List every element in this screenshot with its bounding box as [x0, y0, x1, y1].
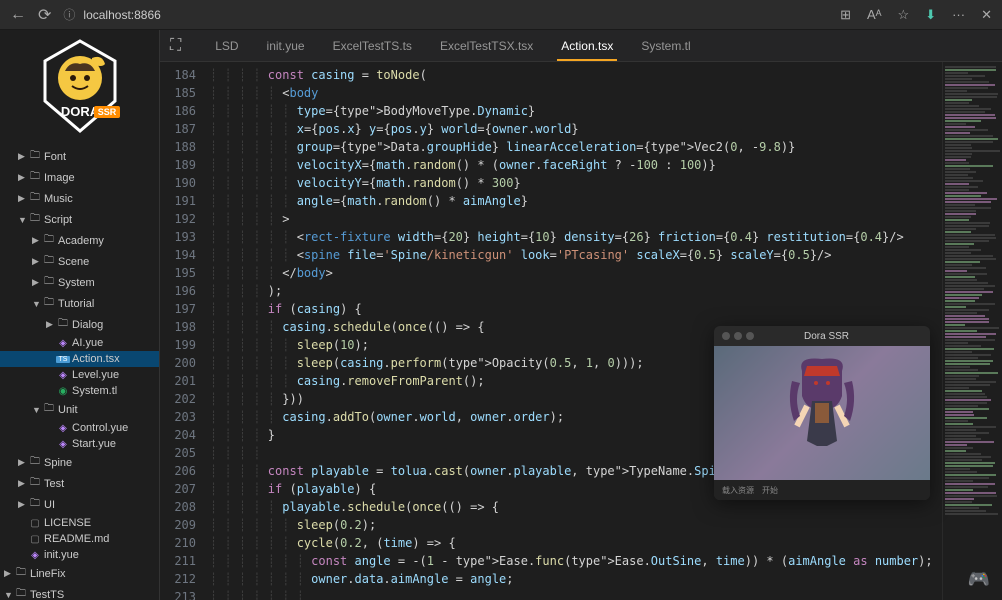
- window-dot[interactable]: [734, 332, 742, 340]
- more-icon[interactable]: ···: [952, 7, 965, 22]
- url-text[interactable]: localhost:8866: [83, 8, 160, 22]
- tree-item-font[interactable]: ▶🗀Font: [0, 146, 159, 167]
- app-icon[interactable]: ⊞: [840, 7, 851, 23]
- tree-item-dialog[interactable]: ▶🗀Dialog: [0, 314, 159, 335]
- tree-item-music[interactable]: ▶🗀Music: [0, 188, 159, 209]
- browser-toolbar: ← ⟳ ⓘ localhost:8866 ⊞ Aᴬ ☆ ⬇ ··· ✕: [0, 0, 1002, 30]
- tree-item-license[interactable]: ▢LICENSE: [0, 515, 159, 531]
- tree-item-tutorial[interactable]: ▼🗀Tutorial: [0, 293, 159, 314]
- file-tree-sidebar: DORA SSR ▶🗀Font▶🗀Image▶🗀Music▼🗀Script▶🗀A…: [0, 30, 160, 600]
- tree-item-level-yue[interactable]: ◈Level.yue: [0, 367, 159, 383]
- svg-text:DORA: DORA: [60, 104, 99, 119]
- tree-item-system-tl[interactable]: ◉System.tl: [0, 383, 159, 399]
- tree-item-ui[interactable]: ▶🗀UI: [0, 494, 159, 515]
- back-button[interactable]: ←: [10, 6, 26, 24]
- window-dot[interactable]: [722, 332, 730, 340]
- tree-item-start-yue[interactable]: ◈Start.yue: [0, 436, 159, 452]
- tab-action-tsx[interactable]: Action.tsx: [547, 30, 627, 61]
- text-size-icon[interactable]: Aᴬ: [867, 7, 882, 22]
- preview-window[interactable]: Dora SSR 载入资源 开始: [714, 326, 930, 500]
- tree-item-unit[interactable]: ▼🗀Unit: [0, 399, 159, 420]
- expand-icon[interactable]: ⛶: [170, 37, 181, 55]
- window-dot[interactable]: [746, 332, 754, 340]
- preview-load-btn[interactable]: 载入资源: [722, 485, 754, 496]
- minimap[interactable]: [942, 62, 1002, 600]
- favorite-icon[interactable]: ☆: [898, 7, 910, 23]
- preview-viewport[interactable]: [714, 346, 930, 480]
- tree-item-spine[interactable]: ▶🗀Spine: [0, 452, 159, 473]
- download-icon[interactable]: ⬇: [925, 7, 936, 23]
- dora-ssr-logo: DORA SSR: [30, 36, 130, 136]
- preview-title: Dora SSR: [804, 331, 922, 342]
- tab-lsd[interactable]: LSD: [201, 30, 252, 61]
- tree-item-action-tsx[interactable]: TSAction.tsx: [0, 351, 159, 367]
- info-icon[interactable]: ⓘ: [63, 6, 75, 23]
- tree-item-test[interactable]: ▶🗀Test: [0, 473, 159, 494]
- tree-item-linefix[interactable]: ▶🗀LineFix: [0, 563, 159, 584]
- tree-item-control-yue[interactable]: ◈Control.yue: [0, 420, 159, 436]
- tab-system-tl[interactable]: System.tl: [627, 30, 704, 61]
- tree-item-testts[interactable]: ▼🗀TestTS: [0, 584, 159, 600]
- preview-start-btn[interactable]: 开始: [762, 485, 778, 496]
- tree-item-system[interactable]: ▶🗀System: [0, 272, 159, 293]
- line-numbers: 1841851861871881891901911921931941951961…: [160, 62, 210, 600]
- tree-item-readme-md[interactable]: ▢README.md: [0, 531, 159, 547]
- tree-item-image[interactable]: ▶🗀Image: [0, 167, 159, 188]
- tree-item-ai-yue[interactable]: ◈AI.yue: [0, 335, 159, 351]
- gamepad-icon[interactable]: 🎮: [968, 569, 990, 590]
- refresh-button[interactable]: ⟳: [38, 5, 51, 25]
- tab-init-yue[interactable]: init.yue: [253, 30, 319, 61]
- svg-text:SSR: SSR: [97, 107, 116, 117]
- tree-item-academy[interactable]: ▶🗀Academy: [0, 230, 159, 251]
- tab-exceltesttsx-tsx[interactable]: ExcelTestTSX.tsx: [426, 30, 547, 61]
- tree-item-init-yue[interactable]: ◈init.yue: [0, 547, 159, 563]
- editor-tabs: ⛶ LSDinit.yueExcelTestTS.tsExcelTestTSX.…: [160, 30, 1002, 62]
- tree-item-scene[interactable]: ▶🗀Scene: [0, 251, 159, 272]
- tab-exceltestts-ts[interactable]: ExcelTestTS.ts: [319, 30, 426, 61]
- close-icon[interactable]: ✕: [981, 7, 992, 23]
- tree-item-script[interactable]: ▼🗀Script: [0, 209, 159, 230]
